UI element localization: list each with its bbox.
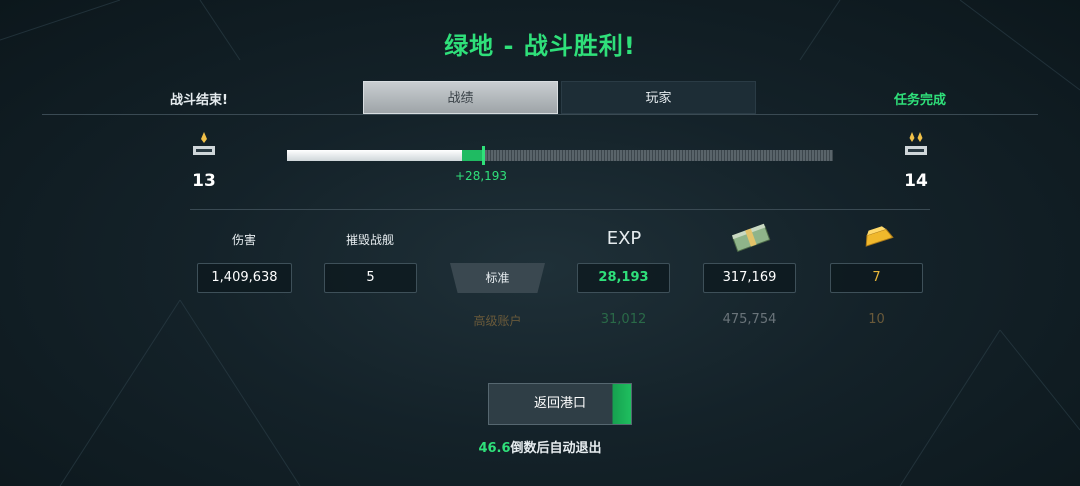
damage-label: 伤害	[231, 233, 256, 247]
rank-progress-base	[287, 150, 462, 161]
countdown-text: 倒数后自动退出	[510, 441, 602, 456]
money-stack-icon	[730, 222, 772, 258]
battle-result-title: 绿地 - 战斗胜利!	[444, 32, 636, 60]
auto-exit-countdown: 46.6倒数后自动退出	[0, 437, 1080, 456]
current-rank-number: 13	[192, 171, 216, 191]
rank-progress-gain	[462, 150, 484, 161]
premium-gold-value: 10	[868, 312, 885, 327]
ships-destroyed-label: 摧毁战舰	[345, 233, 394, 247]
tab-stats[interactable]: 战绩	[363, 81, 558, 114]
premium-credits-value: 475,754	[722, 312, 777, 327]
next-rank-number: 14	[904, 171, 928, 191]
mission-complete-label: 任务完成	[893, 93, 946, 108]
premium-exp-value: 31,012	[600, 312, 647, 327]
exp-value: 28,193	[577, 263, 670, 293]
standard-account-label: 标准	[450, 263, 545, 293]
premium-account-label: 高级账户	[473, 314, 522, 328]
tab-players[interactable]: 玩家	[561, 81, 756, 114]
gold-value: 7	[830, 263, 923, 293]
battle-over-label: 战斗结束!	[170, 93, 228, 108]
damage-value: 1,409,638	[197, 263, 292, 293]
rank-progress-cursor	[482, 146, 485, 165]
gold-bar-icon	[858, 222, 898, 256]
countdown-seconds: 46.6	[478, 441, 511, 456]
exp-label: EXP	[606, 228, 642, 249]
next-rank-insignia-icon	[902, 130, 930, 162]
rank-divider	[190, 209, 930, 210]
header-divider	[42, 114, 1038, 115]
return-to-port-button[interactable]: 返回港口	[488, 383, 632, 425]
exp-gain-label: +28,193	[455, 169, 508, 183]
credits-value: 317,169	[703, 263, 796, 293]
rank-insignia-icon	[190, 130, 218, 162]
ships-destroyed-value: 5	[324, 263, 417, 293]
